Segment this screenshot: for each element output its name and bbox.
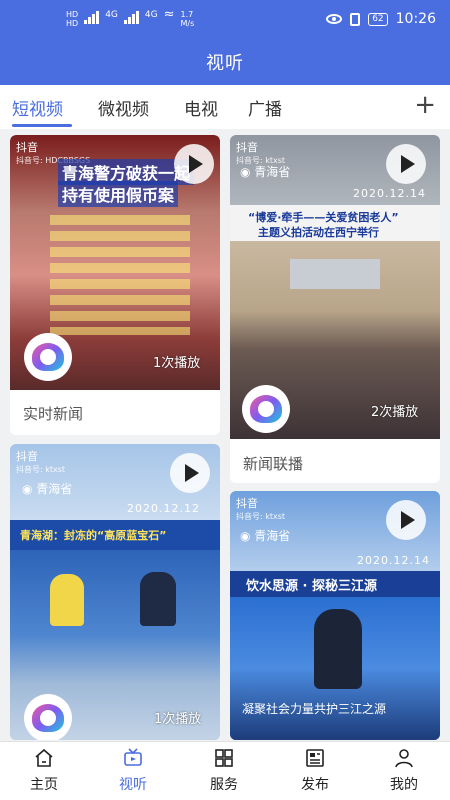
clock: 10:26 bbox=[395, 11, 436, 27]
grid-icon bbox=[214, 748, 234, 768]
station-logo bbox=[242, 385, 290, 433]
vibrate-icon bbox=[350, 12, 361, 26]
card-caption: 新闻联播 bbox=[243, 455, 304, 473]
play-icon[interactable] bbox=[170, 453, 210, 493]
tab-tv[interactable]: 电视 bbox=[184, 95, 218, 120]
network-type: HD HD bbox=[66, 10, 79, 28]
nav-publish[interactable]: 发布 bbox=[280, 748, 350, 794]
banner-line-2: 主题义拍活动在西宁举行 bbox=[258, 226, 379, 239]
tv-icon bbox=[123, 748, 143, 768]
play-icon[interactable] bbox=[386, 500, 426, 540]
play-icon[interactable] bbox=[386, 144, 426, 184]
nav-services[interactable]: 服务 bbox=[189, 748, 259, 794]
newspaper-icon bbox=[305, 748, 325, 768]
location: ◉ 青海省 bbox=[240, 529, 291, 543]
banner: 饮水思源 · 探秘三江源 bbox=[246, 579, 377, 594]
douyin-badge: 抖音 抖音号: ktxst bbox=[236, 141, 286, 165]
video-thumbnail[interactable]: 抖音 抖音号: ktxst ◉ 青海省 2020.12.14 “博爱·牵手——关爱… bbox=[230, 135, 440, 439]
anchor-right bbox=[140, 572, 176, 626]
battery-icon: 62 bbox=[368, 12, 388, 26]
station-logo bbox=[24, 694, 72, 740]
top-bar: HD HD 4G 4G ≈ 1.7 M/s 62 10:26 视听 bbox=[0, 0, 450, 85]
signal-icon-2 bbox=[123, 10, 139, 24]
tab-micro-video[interactable]: 微视频 bbox=[98, 95, 149, 120]
nav-home[interactable]: 主页 bbox=[9, 748, 79, 794]
location: ◉ 青海省 bbox=[240, 165, 291, 179]
subtitle: 凝聚社会力量共护三江之源 bbox=[242, 702, 387, 716]
signal-icon bbox=[84, 10, 100, 24]
wifi-icon: ≈ bbox=[163, 7, 175, 22]
douyin-badge: 抖音 抖音号: ktxst bbox=[236, 497, 286, 521]
eye-icon bbox=[326, 14, 343, 24]
banner: 青海湖：封冻的“高原蓝宝石” bbox=[20, 529, 167, 542]
active-tab-indicator bbox=[12, 124, 72, 127]
user-icon bbox=[394, 748, 414, 768]
anchor-left bbox=[50, 574, 84, 626]
video-thumbnail[interactable]: 抖音 抖音号: ktxst ◉ 青海省 2020.12.12 青海湖：封冻的“高原… bbox=[10, 444, 220, 740]
tab-short-video[interactable]: 短视频 bbox=[12, 95, 63, 120]
net-speed: 1.7 M/s bbox=[180, 10, 195, 28]
play-icon[interactable] bbox=[174, 144, 214, 184]
location: ◉ 青海省 bbox=[22, 482, 73, 496]
tab-radio[interactable]: 广播 bbox=[248, 95, 282, 120]
station-logo bbox=[24, 333, 72, 381]
home-icon bbox=[34, 748, 54, 768]
bottom-navigation: 主页 视听 服务 发布 我的 bbox=[0, 741, 450, 800]
play-count: 1次播放 bbox=[153, 356, 201, 371]
video-card-3[interactable]: 抖音 抖音号: ktxst ◉ 青海省 2020.12.12 青海湖：封冻的“高原… bbox=[10, 444, 220, 740]
add-icon[interactable]: + bbox=[414, 92, 436, 118]
sig-label-2: 4G bbox=[144, 10, 158, 20]
nav-profile[interactable]: 我的 bbox=[369, 748, 439, 794]
banner-line-1: “博爱·牵手——关爱贫困老人” bbox=[248, 211, 399, 224]
post-date: 2020.12.14 bbox=[357, 554, 430, 567]
sig-label-1: 4G bbox=[105, 10, 118, 20]
douyin-badge: 抖音 抖音号: ktxst bbox=[16, 450, 66, 474]
video-card-4[interactable]: 抖音 抖音号: ktxst ◉ 青海省 2020.12.14 饮水思源 · 探秘三… bbox=[230, 491, 440, 740]
card-caption: 实时新闻 bbox=[23, 405, 84, 423]
play-count: 1次播放 bbox=[154, 712, 202, 727]
play-count: 2次播放 bbox=[371, 405, 419, 420]
video-card-1[interactable]: 抖音 抖音号: HDCBBSGS 青海警方破获一起 持有使用假币案 1次播放 实时… bbox=[10, 135, 220, 435]
post-date: 2020.12.14 bbox=[353, 187, 426, 200]
anchor bbox=[314, 609, 362, 689]
post-date: 2020.12.12 bbox=[127, 502, 200, 515]
page-title: 视听 bbox=[206, 53, 244, 74]
video-thumbnail[interactable]: 抖音 抖音号: ktxst ◉ 青海省 2020.12.14 饮水思源 · 探秘三… bbox=[230, 491, 440, 740]
text-overlay-block bbox=[50, 215, 190, 335]
video-thumbnail[interactable]: 抖音 抖音号: HDCBBSGS 青海警方破获一起 持有使用假币案 1次播放 bbox=[10, 135, 220, 390]
nav-audiovisual[interactable]: 视听 bbox=[98, 748, 168, 794]
category-tabs: 短视频 微视频 电视 广播 + bbox=[0, 85, 450, 129]
stage-screen bbox=[290, 259, 380, 289]
video-card-2[interactable]: 抖音 抖音号: ktxst ◉ 青海省 2020.12.14 “博爱·牵手——关爱… bbox=[230, 135, 440, 483]
headline-2: 持有使用假币案 bbox=[58, 181, 179, 207]
status-bar: HD HD 4G 4G ≈ 1.7 M/s 62 10:26 bbox=[0, 0, 450, 40]
